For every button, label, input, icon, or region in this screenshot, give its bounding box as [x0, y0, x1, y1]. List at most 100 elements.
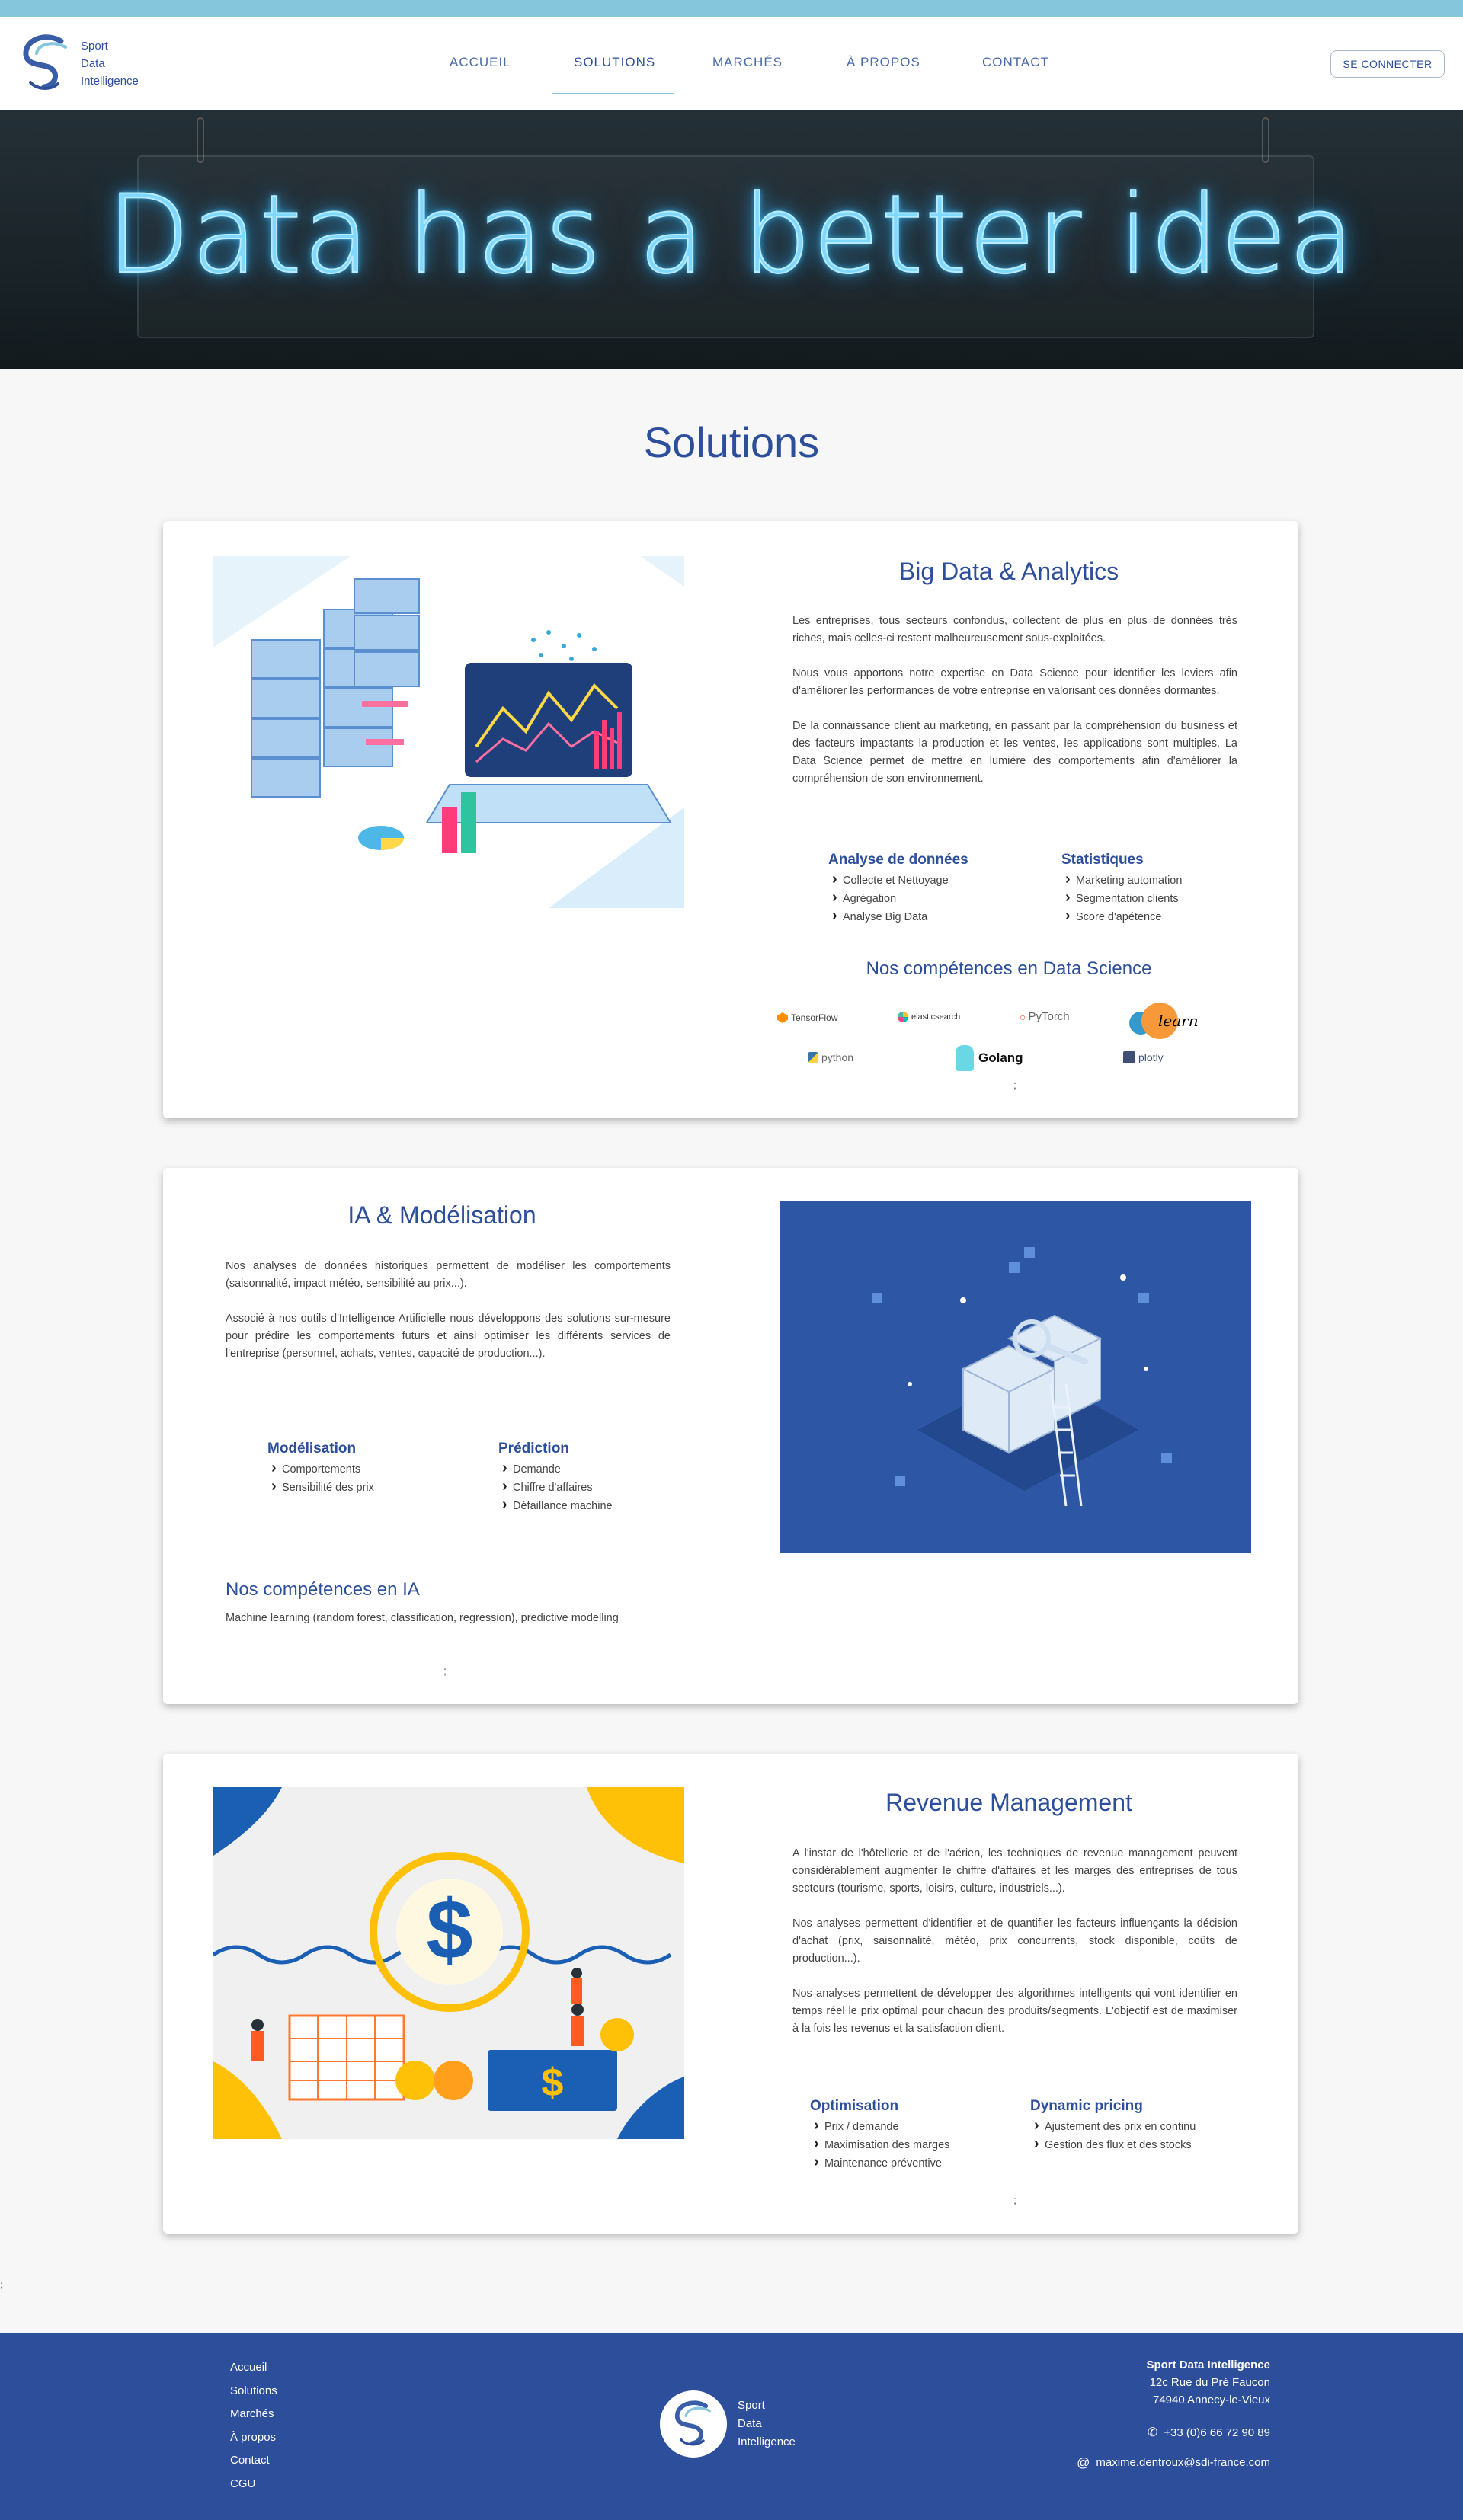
email-address: maxime.dentroux@sdi-france.com [1096, 2456, 1270, 2469]
tool-logo-tensorflow: TensorFlow [777, 1012, 837, 1023]
list-item: Prix / demande [812, 2116, 949, 2136]
footer-link-contact[interactable]: Contact [230, 2449, 277, 2473]
hero-banner: Data has a better idea [0, 110, 1463, 369]
tool-name: python [821, 1051, 854, 1063]
paragraph: Nos analyses de données historiques perm… [226, 1260, 671, 1290]
col-title-analyse: Analyse de données [828, 852, 968, 868]
revenue-illustration: $ $ [213, 1787, 684, 2139]
tool-name: Golang [978, 1051, 1023, 1065]
nav-contact[interactable]: Contact [982, 55, 1049, 70]
card-description: Nos analyses de données historiques perm… [226, 1258, 671, 1380]
tool-name: TensorFlow [791, 1012, 838, 1023]
navbar: Sport Data Intelligence Accueil Solution… [0, 17, 1463, 110]
col-title-prediction: Prédiction [498, 1441, 569, 1457]
brand-line-2: Data [738, 2417, 762, 2430]
nav-marches[interactable]: Marchés [712, 55, 783, 70]
paragraph: Les entreprises, tous secteurs confondus… [792, 615, 1237, 644]
paragraph: Associé à nos outils d'Intelligence Arti… [226, 1313, 671, 1360]
signin-button[interactable]: Se connecter [1330, 50, 1445, 78]
logo-icon [660, 2390, 727, 2458]
list-item: Segmentation clients [1064, 888, 1182, 908]
brand-line-1: Sport [738, 2399, 765, 2412]
top-accent-bar [0, 0, 1463, 17]
tool-name: elasticsearch [911, 1012, 961, 1022]
paragraph: Nos analyses permettent de développer de… [792, 1988, 1237, 2035]
stray-text: ; [443, 1665, 447, 1677]
footer-link-a-propos[interactable]: À propos [230, 2426, 277, 2450]
pytorch-icon: ○ [1020, 1010, 1026, 1023]
list-item: Ajustement des prix en continu [1032, 2116, 1196, 2136]
elasticsearch-icon [898, 1012, 908, 1022]
list-item: Comportements [270, 1459, 374, 1479]
list-item: Maintenance préventive [812, 2153, 949, 2173]
ia-illustration [780, 1201, 1251, 1553]
tool-name: PyTorch [1028, 1010, 1070, 1023]
paragraph: A l'instar de l'hôtellerie et de l'aérie… [792, 1847, 1237, 1895]
footer: Accueil Solutions Marchés À propos Conta… [0, 2333, 1463, 2520]
footer-contact: Sport Data Intelligence 12c Rue du Pré F… [1077, 2356, 1270, 2471]
list-item: Chiffre d'affaires [501, 1477, 613, 1497]
list-item: Gestion des flux et des stocks [1032, 2135, 1196, 2154]
tool-name: plotly [1138, 1051, 1164, 1063]
statistiques-list: Marketing automation Segmentation client… [1064, 870, 1182, 926]
phone-number: +33 (0)6 66 72 90 89 [1164, 2426, 1270, 2439]
footer-link-marches[interactable]: Marchés [230, 2403, 277, 2426]
card-description: A l'instar de l'hôtellerie et de l'aérie… [792, 1845, 1237, 2055]
brand-logo[interactable]: Sport Data Intelligence [18, 30, 139, 96]
address-line-1: 12c Rue du Pré Faucon [1149, 2376, 1270, 2389]
stray-text: ; [1013, 1079, 1016, 1091]
footer-link-solutions[interactable]: Solutions [230, 2380, 277, 2403]
svg-text:$: $ [426, 1883, 472, 1977]
skills-text: Machine learning (random forest, classif… [226, 1612, 619, 1624]
footer-link-accueil[interactable]: Accueil [230, 2356, 277, 2380]
list-item: Analyse Big Data [831, 907, 949, 926]
brand-line-3: Intelligence [738, 2435, 796, 2448]
tensorflow-icon [777, 1012, 788, 1023]
page-title: Solutions [643, 418, 820, 466]
footer-link-cgu[interactable]: CGU [230, 2473, 277, 2496]
brand-line-2: Data [81, 56, 105, 70]
tool-name: learn [1158, 1012, 1199, 1030]
nav-solutions[interactable]: Solutions [574, 55, 655, 70]
paragraph: Nos analyses permettent d'identifier et … [792, 1917, 1237, 1965]
python-icon [808, 1052, 818, 1063]
analyse-list: Collecte et Nettoyage Agrégation Analyse… [831, 870, 949, 926]
prediction-list: Demande Chiffre d'affaires Défaillance m… [501, 1459, 613, 1515]
footer-logo[interactable]: Sport Data Intelligence [660, 2390, 796, 2458]
list-item: Maximisation des marges [812, 2135, 949, 2154]
modelisation-list: Comportements Sensibilité des prix [270, 1459, 374, 1497]
card-title: Big Data & Analytics [898, 558, 1119, 585]
nav-accueil[interactable]: Accueil [450, 55, 511, 70]
email-line[interactable]: @ maxime.dentroux@sdi-france.com [1077, 2454, 1270, 2471]
list-item: Défaillance machine [501, 1495, 613, 1515]
address-line-2: 74940 Annecy-le-Vieux [1153, 2394, 1270, 2406]
brand-line-3: Intelligence [81, 74, 139, 88]
col-title-optimisation: Optimisation [810, 2098, 899, 2114]
list-item: Marketing automation [1064, 870, 1182, 890]
tool-logo-pytorch: ○ PyTorch [1020, 1010, 1070, 1023]
big-data-illustration [213, 556, 684, 908]
tool-logo-golang: Golang [956, 1045, 1023, 1071]
phone-line[interactable]: ✆ +33 (0)6 66 72 90 89 [1077, 2424, 1270, 2442]
paragraph: De la connaissance client au marketing, … [792, 720, 1237, 785]
tool-logo-python: python [808, 1051, 853, 1063]
card-revenue: $ $ Revenue Management A l'instar de l'h… [163, 1754, 1298, 2234]
nav-active-indicator [552, 93, 674, 94]
stray-text: ; [1013, 2194, 1016, 2206]
col-title-statistiques: Statistiques [1061, 852, 1144, 868]
optimisation-list: Prix / demande Maximisation des marges M… [812, 2116, 949, 2173]
svg-text:$: $ [542, 2061, 564, 2105]
gopher-icon [956, 1045, 974, 1071]
dynamic-pricing-list: Ajustement des prix en continu Gestion d… [1032, 2116, 1196, 2154]
nav-a-propos[interactable]: À propos [847, 55, 920, 70]
logo-icon [23, 34, 67, 90]
list-item: Sensibilité des prix [270, 1477, 374, 1497]
plotly-icon [1123, 1051, 1135, 1063]
stray-text: ; [0, 2279, 3, 2290]
skills-title: Nos compétences en IA [226, 1579, 420, 1600]
footer-links: Accueil Solutions Marchés À propos Conta… [230, 2356, 277, 2496]
phone-icon: ✆ [1147, 2426, 1158, 2439]
col-title-modelisation: Modélisation [267, 1441, 357, 1457]
card-ia: IA & Modélisation Nos analyses de donnée… [163, 1168, 1298, 1704]
paragraph: Nous vous apportons notre expertise en D… [792, 667, 1237, 697]
